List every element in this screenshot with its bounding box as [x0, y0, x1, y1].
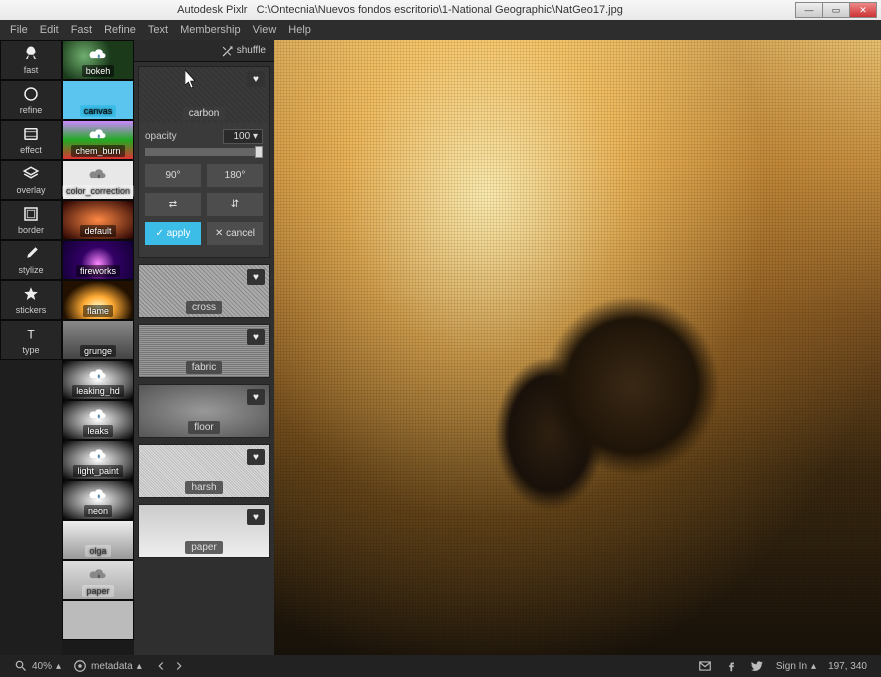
- opacity-value[interactable]: 100 ▾: [223, 129, 263, 144]
- canvas[interactable]: [274, 40, 881, 655]
- maximize-button[interactable]: ▭: [822, 2, 850, 18]
- overlay-paper[interactable]: ♥paper: [138, 504, 270, 558]
- opacity-slider[interactable]: [145, 148, 263, 156]
- favorite-icon[interactable]: ♥: [247, 269, 265, 285]
- preset-light_paint[interactable]: light_paint: [62, 440, 134, 480]
- preset-neon[interactable]: neon: [62, 480, 134, 520]
- preset-color_correction[interactable]: color_correction: [62, 160, 134, 200]
- preset-chem_burn[interactable]: chem_burn: [62, 120, 134, 160]
- preset-bokeh[interactable]: bokeh: [62, 40, 134, 80]
- tool-refine[interactable]: refine: [0, 80, 62, 120]
- overlay-fabric[interactable]: ♥fabric: [138, 324, 270, 378]
- titlebar: Autodesk Pixlr C:\Ontecnia\Nuevos fondos…: [0, 0, 881, 20]
- favorite-icon[interactable]: ♥: [247, 329, 265, 345]
- favorite-icon[interactable]: ♥: [247, 509, 265, 525]
- menu-help[interactable]: Help: [282, 24, 317, 36]
- overlay-cross[interactable]: ♥cross: [138, 264, 270, 318]
- tool-column: fastrefineeffectoverlayborderstylizestic…: [0, 40, 62, 655]
- cursor-icon: [185, 70, 199, 90]
- opacity-label: opacity: [145, 131, 177, 142]
- favorite-icon[interactable]: ♥: [247, 389, 265, 405]
- rotate-90-button[interactable]: 90°: [145, 164, 201, 187]
- statusbar: 40% ▴ metadata ▴ Sign In ▴ 197, 340: [0, 655, 881, 677]
- preset-olga[interactable]: olga: [62, 520, 134, 560]
- overlay-harsh[interactable]: ♥harsh: [138, 444, 270, 498]
- preset-column: bokehcanvaschem_burncolor_correctiondefa…: [62, 40, 134, 655]
- panel-area: shuffle ♥ carbon opacity 100 ▾ 90° 180°: [134, 40, 274, 655]
- preset-paper[interactable]: paper: [62, 560, 134, 600]
- minimize-button[interactable]: —: [795, 2, 823, 18]
- preset-flame[interactable]: flame: [62, 280, 134, 320]
- tool-effect[interactable]: effect: [0, 120, 62, 160]
- history-controls[interactable]: [148, 659, 192, 673]
- menu-refine[interactable]: Refine: [98, 24, 142, 36]
- tool-stylize[interactable]: stylize: [0, 240, 62, 280]
- cancel-button[interactable]: ✕ cancel: [207, 222, 263, 245]
- share-twitter-icon[interactable]: [744, 659, 770, 673]
- menu-view[interactable]: View: [247, 24, 283, 36]
- preset-default[interactable]: default: [62, 200, 134, 240]
- menu-fast[interactable]: Fast: [65, 24, 98, 36]
- tool-overlay[interactable]: overlay: [0, 160, 62, 200]
- preset-leaks[interactable]: leaks: [62, 400, 134, 440]
- svg-text:T: T: [27, 328, 35, 342]
- preset-canvas[interactable]: canvas: [62, 80, 134, 120]
- preset-fireworks[interactable]: fireworks: [62, 240, 134, 280]
- shuffle-button[interactable]: shuffle: [134, 40, 274, 62]
- overlay-floor[interactable]: ♥floor: [138, 384, 270, 438]
- menu-file[interactable]: File: [4, 24, 34, 36]
- preset-leaking_hd[interactable]: leaking_hd: [62, 360, 134, 400]
- favorite-icon[interactable]: ♥: [247, 71, 265, 87]
- favorite-icon[interactable]: ♥: [247, 449, 265, 465]
- flip-horizontal-button[interactable]: ⇄: [145, 193, 201, 216]
- preset-grunge[interactable]: grunge: [62, 320, 134, 360]
- metadata-control[interactable]: metadata ▴: [67, 659, 148, 673]
- zoom-control[interactable]: 40% ▴: [8, 659, 67, 673]
- menu-membership[interactable]: Membership: [174, 24, 247, 36]
- flip-vertical-button[interactable]: ⇵: [207, 193, 263, 216]
- menu-edit[interactable]: Edit: [34, 24, 65, 36]
- app-name: Autodesk Pixlr: [177, 4, 247, 16]
- tool-type[interactable]: Ttype: [0, 320, 62, 360]
- file-path: C:\Ontecnia\Nuevos fondos escritorio\1-N…: [257, 4, 623, 16]
- cursor-coords: 197, 340: [822, 661, 873, 672]
- share-facebook-icon[interactable]: [718, 659, 744, 673]
- apply-button[interactable]: ✓ apply: [145, 222, 201, 245]
- menubar: FileEditFastRefineTextMembershipViewHelp: [0, 20, 881, 40]
- share-email-icon[interactable]: [692, 659, 718, 673]
- signin-button[interactable]: Sign In ▴: [770, 661, 822, 672]
- close-button[interactable]: ✕: [849, 2, 877, 18]
- tool-border[interactable]: border: [0, 200, 62, 240]
- overlay-carbon[interactable]: ♥ carbon opacity 100 ▾ 90° 180° ⇄: [138, 66, 270, 258]
- overlay-controls: opacity 100 ▾ 90° 180° ⇄ ⇵ ✓ apply ✕ ca: [139, 123, 269, 257]
- rotate-180-button[interactable]: 180°: [207, 164, 263, 187]
- menu-text[interactable]: Text: [142, 24, 174, 36]
- preset-paper2[interactable]: [62, 600, 134, 640]
- tool-fast[interactable]: fast: [0, 40, 62, 80]
- tool-stickers[interactable]: stickers: [0, 280, 62, 320]
